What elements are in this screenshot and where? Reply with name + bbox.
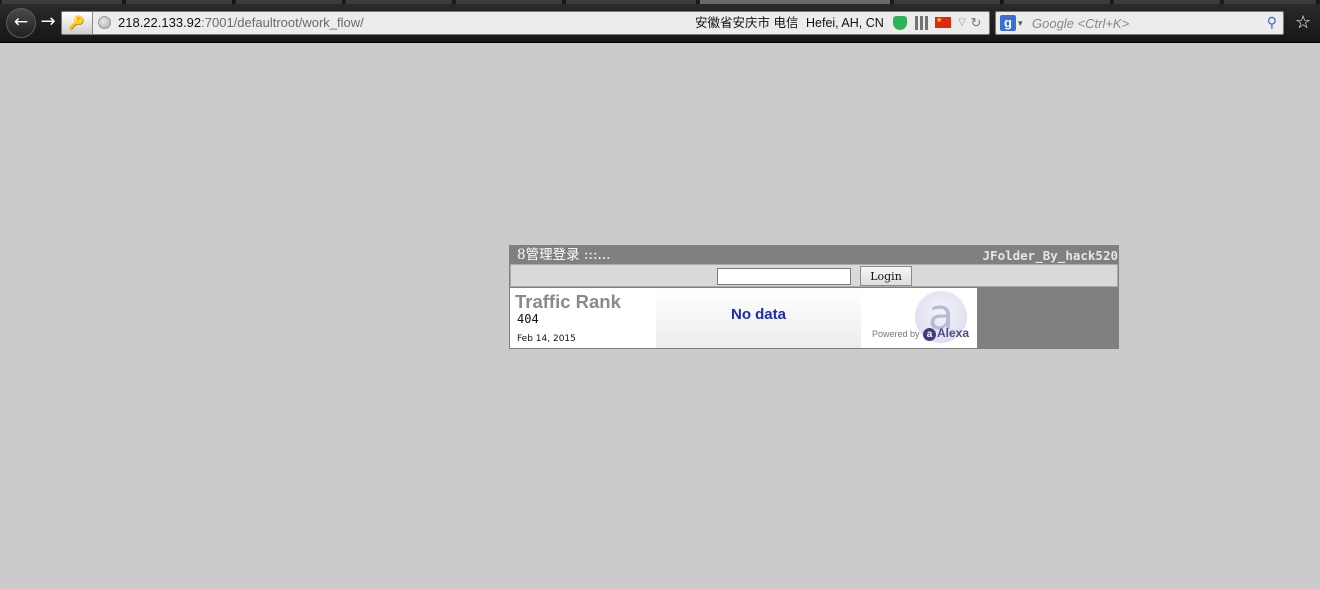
google-icon[interactable]: g xyxy=(1000,15,1016,31)
shield-icon[interactable] xyxy=(893,16,907,30)
navigation-toolbar: ← → 🔑 218.22.133.92:7001/defaultroot/wor… xyxy=(0,4,1320,43)
site-identity-icon[interactable]: 🔑 xyxy=(62,12,93,34)
dropdown-arrow-icon[interactable]: ▽ xyxy=(955,16,969,30)
search-bar[interactable]: g ▾ ⚲ xyxy=(995,11,1284,35)
login-form: Login xyxy=(510,264,1118,287)
search-input[interactable] xyxy=(1032,12,1262,34)
signature-text: JFolder_By_hack520 xyxy=(982,248,1118,263)
alexa-brand: a Alexa xyxy=(923,326,969,341)
url-host: 218.22.133.92 xyxy=(118,15,202,30)
qr-code-icon[interactable] xyxy=(915,16,929,30)
china-flag-icon[interactable] xyxy=(935,16,951,28)
geo-location-text: 安徽省安庆市 电信 xyxy=(695,16,799,30)
alexa-a-icon: a xyxy=(923,328,936,341)
alexa-logo[interactable]: a Powered by a Alexa xyxy=(861,288,977,348)
search-icon[interactable]: ⚲ xyxy=(1267,14,1277,32)
alexa-widget[interactable]: Traffic Rank 404 Feb 14, 2015 No data a … xyxy=(510,288,977,348)
login-button[interactable]: Login xyxy=(860,266,912,286)
page-title: 8管理登录 :::... xyxy=(517,247,611,263)
password-input[interactable] xyxy=(717,268,851,285)
url-text[interactable]: 218.22.133.92:7001/defaultroot/work_flow… xyxy=(118,12,364,34)
no-data-text: No data xyxy=(730,306,786,323)
bookmark-star-icon[interactable]: ☆ xyxy=(1295,13,1311,33)
search-engine-dropdown-icon[interactable]: ▾ xyxy=(1018,12,1023,34)
traffic-rank-date: Feb 14, 2015 xyxy=(517,334,576,344)
traffic-rank-value: 404 xyxy=(517,312,539,326)
powered-by-text: Powered by xyxy=(872,329,920,339)
alexa-brand-text: Alexa xyxy=(937,326,970,340)
panel-header: 8管理登录 :::... JFolder_By_hack520 xyxy=(509,245,1119,264)
rank-chart-area: No data xyxy=(656,288,861,348)
traffic-rank-label: Traffic Rank xyxy=(515,291,621,312)
forward-icon[interactable]: → xyxy=(36,10,60,34)
reload-icon[interactable]: ↻ xyxy=(969,16,983,30)
address-bar[interactable]: 🔑 218.22.133.92:7001/defaultroot/work_fl… xyxy=(61,11,990,35)
url-path: :7001/defaultroot/work_flow/ xyxy=(201,15,364,30)
back-icon[interactable]: ← xyxy=(6,8,36,38)
globe-icon xyxy=(98,16,111,29)
login-panel: 8管理登录 :::... JFolder_By_hack520 Login Tr… xyxy=(509,245,1119,349)
geo-city-text: Hefei, AH, CN xyxy=(806,16,884,30)
